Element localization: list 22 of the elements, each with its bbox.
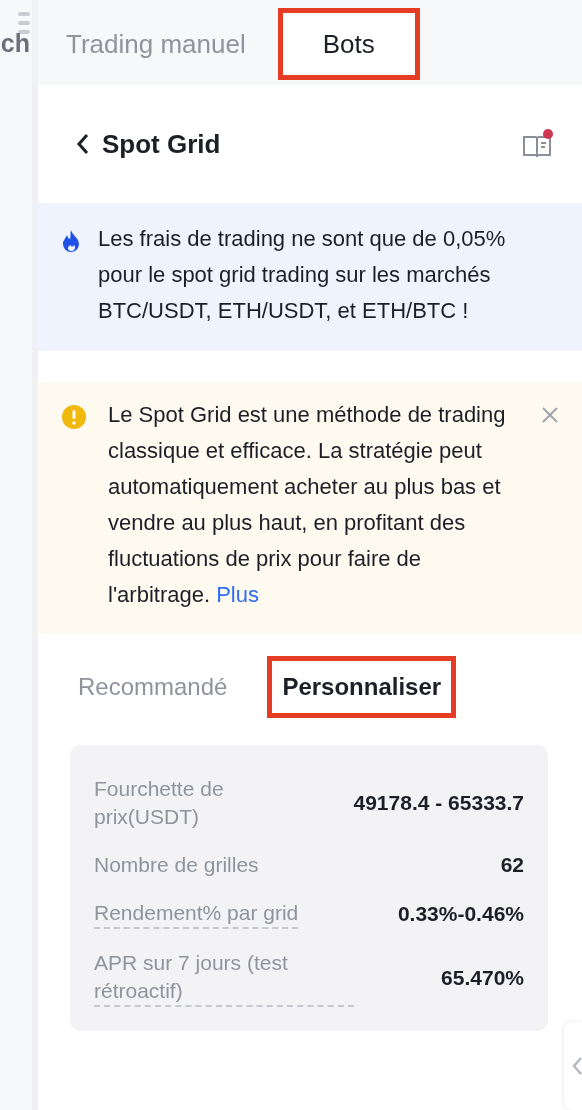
parameter-value: 65.470% [441,966,524,990]
cut-label: ch [0,29,30,58]
parameter-label: Rendement% par grid [94,899,299,929]
tab[interactable]: Trading manuel [62,8,250,80]
close-icon[interactable] [542,407,558,423]
notice-text: Le Spot Grid est une méthode de trading classique et efficace. La stratégie peut automatiquement acheter au plus bas et vendre au plus haut, en profitant des fluctuations de prix pour faire de l'arbitrage. Plus [108,401,507,609]
page-title: Spot Grid [102,128,222,160]
parameter-label: APR sur 7 jours (test rétroactif) [94,949,354,1007]
parameter-value: 49178.4 - 65333.7 [353,791,524,815]
tab[interactable]: Bots [277,8,420,80]
more-link[interactable]: Plus [216,582,259,607]
back-icon[interactable] [76,133,90,155]
flame-icon [62,229,80,253]
parameter-label: Fourchette de prix(USDT) [94,776,225,830]
promo-text: Les frais de trading ne sont que de 0,05% pour le spot grid trading sur les marchés BTC/USDT, ETH/USDT, et ETH/BTC ! [98,225,507,325]
parameter-value: 0.33%-0.46% [397,902,524,926]
book-icon[interactable] [522,128,554,160]
parameter-value: 62 [500,853,524,877]
mode-tab[interactable]: Personnaliser [267,656,457,718]
warning-icon [62,405,86,429]
mode-tab[interactable]: Recommandé [68,661,238,713]
parameter-label: Nombre de grilles [94,852,259,878]
